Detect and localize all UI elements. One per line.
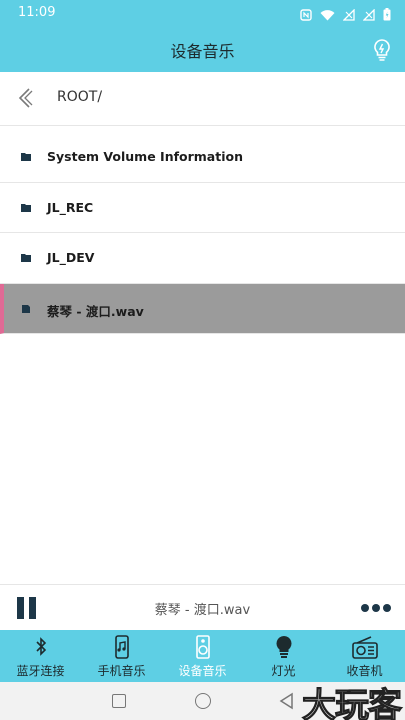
list-item[interactable]: JL_REC <box>0 182 405 233</box>
list-item-label: JL_DEV <box>47 250 95 265</box>
speaker-icon <box>195 635 210 659</box>
list-item[interactable]: JL_DEV <box>0 233 405 284</box>
back-button[interactable] <box>14 86 38 110</box>
tab-light[interactable]: 灯光 <box>243 630 324 682</box>
chevron-left-icon <box>18 88 33 108</box>
tab-device-music[interactable]: 设备音乐 <box>162 630 243 682</box>
app-bar: 设备音乐 <box>0 26 405 72</box>
more-icon <box>361 604 369 612</box>
list-item-label: 蔡琴 - 渡口.wav <box>47 303 144 319</box>
folder-icon <box>21 254 31 262</box>
status-icons <box>300 6 391 25</box>
list-item-label: System Volume Information <box>47 149 243 164</box>
player-bar: 蔡琴 - 渡口.wav <box>0 584 405 630</box>
now-playing-title: 蔡琴 - 渡口.wav <box>154 603 251 618</box>
list-item-selected[interactable]: 蔡琴 - 渡口.wav <box>0 283 405 334</box>
recents-button[interactable] <box>112 694 126 708</box>
bluetooth-icon <box>35 637 46 656</box>
lightbulb-button[interactable] <box>367 34 397 64</box>
tab-label: 设备音乐 <box>178 664 227 678</box>
tab-phone-music[interactable]: 手机音乐 <box>81 630 162 682</box>
status-bar: 11:09 <box>0 0 405 26</box>
path-bar: ROOT/ <box>0 72 405 126</box>
phone-music-icon <box>114 635 129 659</box>
nfc-icon <box>300 6 312 25</box>
nav-back-icon[interactable] <box>278 692 296 710</box>
status-time: 11:09 <box>18 5 56 20</box>
tab-label: 手机音乐 <box>97 664 146 678</box>
no-sim-icon <box>342 6 355 25</box>
tab-radio[interactable]: 收音机 <box>324 630 405 682</box>
watermark-logo: 大玩客 <box>301 685 402 720</box>
more-button[interactable] <box>361 604 391 612</box>
lightbulb-icon <box>374 39 390 61</box>
tab-label: 灯光 <box>271 664 296 678</box>
list-item[interactable]: System Volume Information <box>0 132 405 183</box>
current-path: ROOT/ <box>57 89 103 105</box>
wifi-icon <box>320 6 335 25</box>
bottom-tab-bar: 蓝牙连接 手机音乐 设备音乐 灯光 收音机 <box>0 630 405 682</box>
tab-label: 收音机 <box>346 664 383 678</box>
folder-icon <box>21 203 31 212</box>
tab-label: 蓝牙连接 <box>16 664 65 678</box>
tab-bluetooth[interactable]: 蓝牙连接 <box>0 630 81 682</box>
list-item-label: JL_REC <box>47 199 94 215</box>
file-icon <box>22 304 30 313</box>
home-button[interactable] <box>195 693 211 709</box>
radio-icon <box>351 636 378 659</box>
file-list: System Volume Information JL_REC JL_DEV … <box>0 132 405 334</box>
no-sim-icon <box>362 6 375 25</box>
lightbulb-icon <box>276 636 291 658</box>
battery-icon <box>383 6 391 25</box>
page-title: 设备音乐 <box>170 42 235 61</box>
folder-icon <box>21 153 31 161</box>
